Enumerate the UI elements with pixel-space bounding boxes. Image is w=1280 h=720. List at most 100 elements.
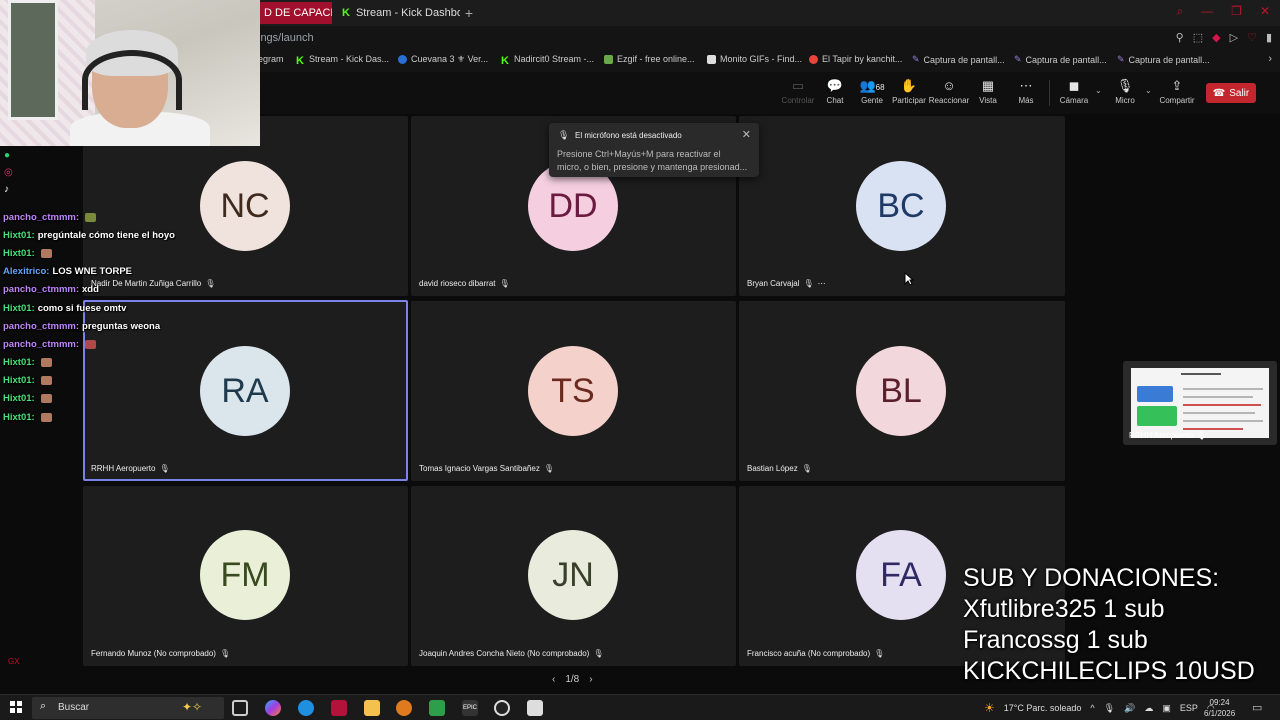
- tab-capacitacion[interactable]: D DE CAPACITAC: [256, 2, 332, 24]
- chat-message: Alexitrico: LOS WNE TORPE: [3, 263, 253, 281]
- network-icon[interactable]: ☁: [1144, 703, 1153, 714]
- toast-body: Presione Ctrl+Mayús+M para reactivar el …: [557, 148, 755, 174]
- play-icon[interactable]: ▷: [1230, 31, 1238, 44]
- mic-muted-toast: 🎙 El micrófono está desactivado ✕ Presio…: [549, 123, 759, 177]
- minimize-icon[interactable]: —: [1201, 4, 1213, 19]
- bookmark-label: Captura de pantall...: [923, 54, 1005, 65]
- opera-gx-icon[interactable]: [331, 700, 347, 716]
- pin-icon[interactable]: ⚲: [1176, 31, 1184, 44]
- chat-username: pancho_ctmmm:: [3, 338, 80, 350]
- participant-tile[interactable]: BL Bastian López 🎙: [739, 301, 1065, 481]
- close-icon[interactable]: ✕: [742, 128, 751, 141]
- app-tray-icon[interactable]: ▣: [1162, 703, 1171, 714]
- new-tab-button[interactable]: +: [460, 2, 478, 24]
- participant-tile[interactable]: TS Tomas Ignacio Vargas Santibañez 🎙: [411, 301, 736, 481]
- slide-heading: [1181, 373, 1221, 375]
- obs-icon[interactable]: [494, 700, 510, 716]
- chevron-down-icon[interactable]: ⌄: [1095, 86, 1102, 95]
- avatar: BC: [856, 161, 946, 251]
- share-icon: ⇪: [1171, 78, 1183, 93]
- chat-message: pancho_ctmmm:: [3, 335, 253, 353]
- participant-tile[interactable]: BC Bryan Carvajal 🎙 ⋯: [739, 116, 1065, 296]
- chat-username: pancho_ctmmm:: [3, 320, 80, 332]
- search-placeholder: Buscar: [58, 702, 90, 713]
- chevron-up-icon[interactable]: ^: [1090, 703, 1094, 713]
- mic-off-icon: 🎙: [801, 464, 812, 473]
- participant-name: david rioseco dibarrat 🎙: [419, 279, 510, 288]
- weather-text[interactable]: 17°C Parc. soleado: [1004, 703, 1082, 713]
- app-icon[interactable]: [396, 700, 412, 716]
- leave-button[interactable]: ☎ Salir: [1206, 83, 1256, 103]
- mic-icon[interactable]: 🎙: [1104, 703, 1115, 714]
- bookmark[interactable]: Monito GIFs - Find...: [707, 54, 802, 64]
- file-explorer-icon[interactable]: [364, 700, 380, 716]
- more-button[interactable]: ⋯ Más: [1003, 78, 1049, 105]
- camera-label: Cámara: [1059, 96, 1089, 105]
- app-icon[interactable]: [429, 700, 445, 716]
- clock[interactable]: 09:24 6/1/2026: [1204, 697, 1235, 719]
- volume-icon[interactable]: 🔊: [1124, 703, 1135, 714]
- bookmark[interactable]: ✎ Captura de pantall...: [1117, 54, 1210, 65]
- participant-name: Joaquin Andres Concha Nieto (No comproba…: [419, 649, 603, 658]
- close-icon[interactable]: ✕: [1260, 4, 1270, 19]
- epic-games-icon[interactable]: EPIC: [462, 700, 478, 716]
- emote-icon: [85, 339, 97, 349]
- bookmark[interactable]: egram: [258, 54, 284, 64]
- mic-button[interactable]: 🎙 Micro: [1102, 78, 1148, 105]
- prev-page-button[interactable]: ‹: [552, 674, 555, 685]
- shared-screen-thumbnail[interactable]: RRHH Aeropuerto 🎙: [1123, 361, 1277, 445]
- bookmark[interactable]: Ezgif - free online...: [604, 54, 695, 64]
- restore-icon[interactable]: ❐: [1231, 4, 1242, 19]
- share-owner-label: RRHH Aeropuerto 🎙: [1129, 431, 1206, 440]
- mic-icon: 🎙: [1195, 431, 1206, 440]
- tab-kick-dashboard[interactable]: K Stream - Kick Dashboard: [334, 2, 460, 24]
- bookmark[interactable]: El Tapir by kanchit...: [809, 54, 902, 64]
- phone-icon: ☎: [1212, 87, 1226, 99]
- windows-start-icon[interactable]: [10, 701, 22, 713]
- chat-message: Hixt01: pregúntale cómo tiene el hoyo: [3, 226, 253, 244]
- bookmark-label: Cuevana 3 ⚜ Ver...: [411, 54, 489, 64]
- camera-button[interactable]: ◼︎ Cámara: [1051, 78, 1097, 105]
- pen-icon: ✎: [1117, 54, 1125, 64]
- bookmark[interactable]: K Stream - Kick Das...: [296, 54, 389, 67]
- mic-off-icon: 🎙: [803, 279, 814, 288]
- taskbar-search[interactable]: ⌕ Buscar ✦✧: [32, 697, 224, 719]
- participant-tile[interactable]: JN Joaquin Andres Concha Nieto (No compr…: [411, 486, 736, 666]
- mic-off-icon: 🎙: [543, 464, 554, 473]
- task-view-icon[interactable]: [232, 700, 248, 716]
- language-indicator[interactable]: ESP: [1180, 703, 1198, 713]
- bookmark[interactable]: ✎ Captura de pantall...: [1014, 54, 1107, 65]
- sidebar-icon[interactable]: ▮: [1266, 31, 1272, 44]
- bookmark[interactable]: K Nadircit0 Stream -...: [501, 54, 594, 67]
- participant-name: Francisco acuña (No comprobado) 🎙: [747, 649, 884, 658]
- tab-label: Stream - Kick Dashboard: [355, 7, 460, 19]
- participant-tile[interactable]: FM Fernando Munoz (No comprobado) 🎙: [83, 486, 408, 666]
- bookmark[interactable]: Cuevana 3 ⚜ Ver...: [398, 54, 488, 65]
- tapir-icon: [809, 54, 818, 64]
- chat-username: Hixt01:: [3, 229, 35, 241]
- system-tray: ☀ 17°C Parc. soleado ^ 🎙 🔊 ☁ ▣ ESP ◠: [984, 695, 1215, 720]
- edge-icon[interactable]: [298, 700, 314, 716]
- search-tabs-icon[interactable]: ⌕: [1176, 4, 1183, 19]
- emote-icon: [85, 212, 97, 222]
- notification-icon[interactable]: ▭: [1252, 701, 1262, 714]
- bookmark-label: Ezgif - free online...: [617, 54, 695, 64]
- shield-icon[interactable]: ◆: [1212, 31, 1220, 44]
- copilot-icon[interactable]: [265, 700, 281, 716]
- next-page-button[interactable]: ›: [589, 674, 592, 685]
- screenshot-icon[interactable]: ⬚: [1193, 31, 1203, 44]
- heart-icon[interactable]: ♡: [1247, 31, 1257, 44]
- chat-message: Hixt01:: [3, 390, 253, 408]
- slide-line: [1183, 404, 1261, 406]
- app-icon[interactable]: [527, 700, 543, 716]
- chevron-right-icon[interactable]: ›: [1268, 53, 1272, 65]
- chevron-down-icon[interactable]: ⌄: [1145, 86, 1152, 95]
- kick-icon: K: [342, 7, 350, 19]
- share-button[interactable]: ⇪ Compartir: [1154, 78, 1200, 105]
- leave-label: Salir: [1229, 87, 1250, 99]
- mic-off-icon: 🎙: [593, 649, 604, 658]
- bookmark[interactable]: ✎ Captura de pantall...: [912, 54, 1005, 65]
- slide-line: [1183, 420, 1263, 422]
- more-options-icon[interactable]: ⋯: [818, 279, 826, 288]
- url-field[interactable]: ings/launch: [258, 32, 314, 44]
